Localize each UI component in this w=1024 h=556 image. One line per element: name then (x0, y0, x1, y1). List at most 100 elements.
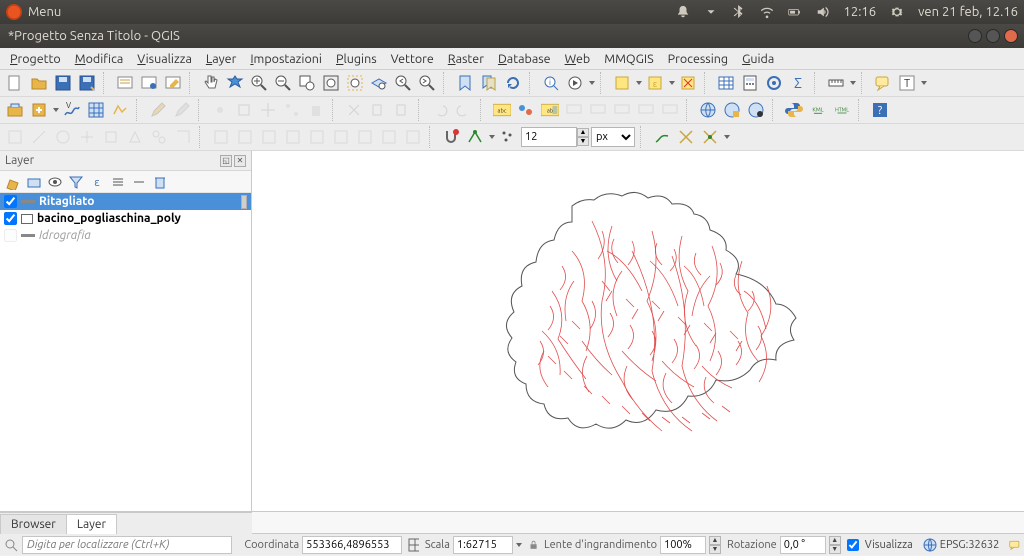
select-dropdown[interactable] (635, 72, 642, 94)
new-geopackage-icon[interactable] (28, 99, 50, 121)
deselect-icon[interactable] (677, 72, 699, 94)
menu-database[interactable]: Database (492, 50, 557, 68)
new-project-icon[interactable] (4, 72, 26, 94)
menu-visualizza[interactable]: Visualizza (131, 50, 198, 68)
volume-icon[interactable] (816, 5, 830, 19)
field-calculator-icon[interactable] (739, 72, 761, 94)
panel-undock-button[interactable]: ◱ (220, 155, 232, 167)
diagram-icon[interactable] (515, 99, 537, 121)
snap-intersection-icon[interactable] (675, 126, 697, 148)
magnifier-up[interactable]: ▲ (709, 536, 721, 545)
new-layer-dropdown[interactable] (52, 99, 59, 121)
render-checkbox[interactable] (847, 539, 859, 551)
os-clock[interactable]: 12:16 (844, 5, 877, 19)
text-annotation-icon[interactable]: T (896, 72, 918, 94)
help-icon[interactable]: ? (869, 99, 891, 121)
wifi-icon[interactable] (760, 5, 774, 19)
magnifier-down[interactable]: ▼ (709, 545, 721, 554)
zoom-full-icon[interactable] (320, 72, 342, 94)
add-mesh-icon[interactable] (109, 99, 131, 121)
web-wfs-icon[interactable] (745, 99, 767, 121)
menu-layer[interactable]: Layer (200, 50, 242, 68)
dropdown-icon[interactable] (704, 5, 718, 19)
maximize-button[interactable] (986, 29, 1000, 43)
topo-edit-icon[interactable] (651, 126, 673, 148)
layer-visibility-icon[interactable] (46, 173, 64, 191)
toggle-edit-icon[interactable] (147, 99, 169, 121)
rotation-up[interactable]: ▲ (829, 536, 841, 545)
add-raster-icon[interactable] (85, 99, 107, 121)
snap-toggle-icon[interactable] (440, 126, 462, 148)
layer-checkbox[interactable] (4, 212, 17, 225)
messages-icon[interactable] (1009, 538, 1020, 552)
menu-guida[interactable]: Guida (736, 50, 780, 68)
action-dropdown[interactable] (588, 72, 595, 94)
measure-dropdown[interactable] (849, 72, 856, 94)
layer-add-group-icon[interactable] (25, 173, 43, 191)
rotation-down[interactable]: ▼ (829, 545, 841, 554)
battery-icon[interactable] (788, 5, 802, 19)
open-project-icon[interactable] (28, 72, 50, 94)
new-layout-icon[interactable] (114, 72, 136, 94)
annotation-dropdown[interactable] (920, 72, 927, 94)
coord-value[interactable] (302, 536, 402, 554)
menu-progetto[interactable]: Progetto (4, 50, 67, 68)
extents-icon[interactable] (408, 538, 419, 552)
pan-to-selection-icon[interactable] (224, 72, 246, 94)
data-source-manager-icon[interactable] (4, 99, 26, 121)
select-by-value-dropdown[interactable] (668, 72, 675, 94)
menu-web[interactable]: Web (559, 50, 597, 68)
label-abc-icon[interactable]: abc (491, 99, 513, 121)
layer-row-ritagliato[interactable]: Ritagliato (0, 193, 251, 210)
layer-tree[interactable]: Ritagliato bacino_pogliaschina_poly Idro… (0, 193, 251, 511)
select-by-value-icon[interactable]: ε (644, 72, 666, 94)
menu-raster[interactable]: Raster (442, 50, 490, 68)
label-highlight-icon[interactable]: ab (539, 99, 561, 121)
save-as-icon[interactable] (76, 72, 98, 94)
map-canvas[interactable] (252, 151, 1024, 511)
zoom-out-icon[interactable] (272, 72, 294, 94)
kml-tools-icon[interactable]: KML (807, 99, 829, 121)
avoid-intersection-dropdown[interactable] (723, 126, 730, 148)
layout-manager-icon[interactable] (138, 72, 160, 94)
html-tools-icon[interactable]: HTML (831, 99, 853, 121)
locator-input[interactable] (22, 536, 232, 554)
layer-remove-icon[interactable] (151, 173, 169, 191)
snap-vertex-icon[interactable] (464, 126, 486, 148)
python-console-icon[interactable] (783, 99, 805, 121)
snap-tolerance-spin[interactable]: ▲▼ (521, 126, 589, 148)
style-manager-icon[interactable] (162, 72, 184, 94)
processing-toolbox-icon[interactable] (763, 72, 785, 94)
measure-icon[interactable] (825, 72, 847, 94)
layer-expr-icon[interactable]: ε (88, 173, 106, 191)
crs-label[interactable]: EPSG:32632 (940, 539, 1000, 551)
zoom-last-icon[interactable] (392, 72, 414, 94)
layer-row-bacino[interactable]: bacino_pogliaschina_poly (0, 210, 251, 227)
close-button[interactable] (1004, 29, 1018, 43)
menu-mmqgis[interactable]: MMQGIS (598, 50, 659, 68)
layer-expand-icon[interactable] (109, 173, 127, 191)
zoom-native-icon[interactable] (296, 72, 318, 94)
refresh-icon[interactable] (502, 72, 524, 94)
zoom-selection-icon[interactable] (344, 72, 366, 94)
add-vector-icon[interactable]: V (61, 99, 83, 121)
tab-layer[interactable]: Layer (66, 514, 117, 534)
panel-close-button[interactable]: ✕ (234, 155, 246, 167)
attribute-table-icon[interactable] (715, 72, 737, 94)
map-tips-icon[interactable] (872, 72, 894, 94)
layer-row-idrografia[interactable]: Idrografia (0, 227, 251, 244)
snap-vertex-dropdown[interactable] (488, 126, 495, 148)
zoom-next-icon[interactable] (416, 72, 438, 94)
notification-bell-icon[interactable] (676, 5, 690, 19)
menu-vettore[interactable]: Vettore (385, 50, 440, 68)
layer-checkbox[interactable] (4, 195, 17, 208)
scale-value[interactable] (453, 536, 513, 554)
spin-up[interactable]: ▲ (577, 128, 589, 137)
statistics-icon[interactable]: Σ (787, 72, 809, 94)
layer-filter-icon[interactable] (67, 173, 85, 191)
bluetooth-icon[interactable] (732, 5, 746, 19)
rotation-value[interactable] (780, 536, 826, 554)
layer-collapse-icon[interactable] (130, 173, 148, 191)
zoom-in-icon[interactable] (248, 72, 270, 94)
zoom-layer-icon[interactable] (368, 72, 390, 94)
